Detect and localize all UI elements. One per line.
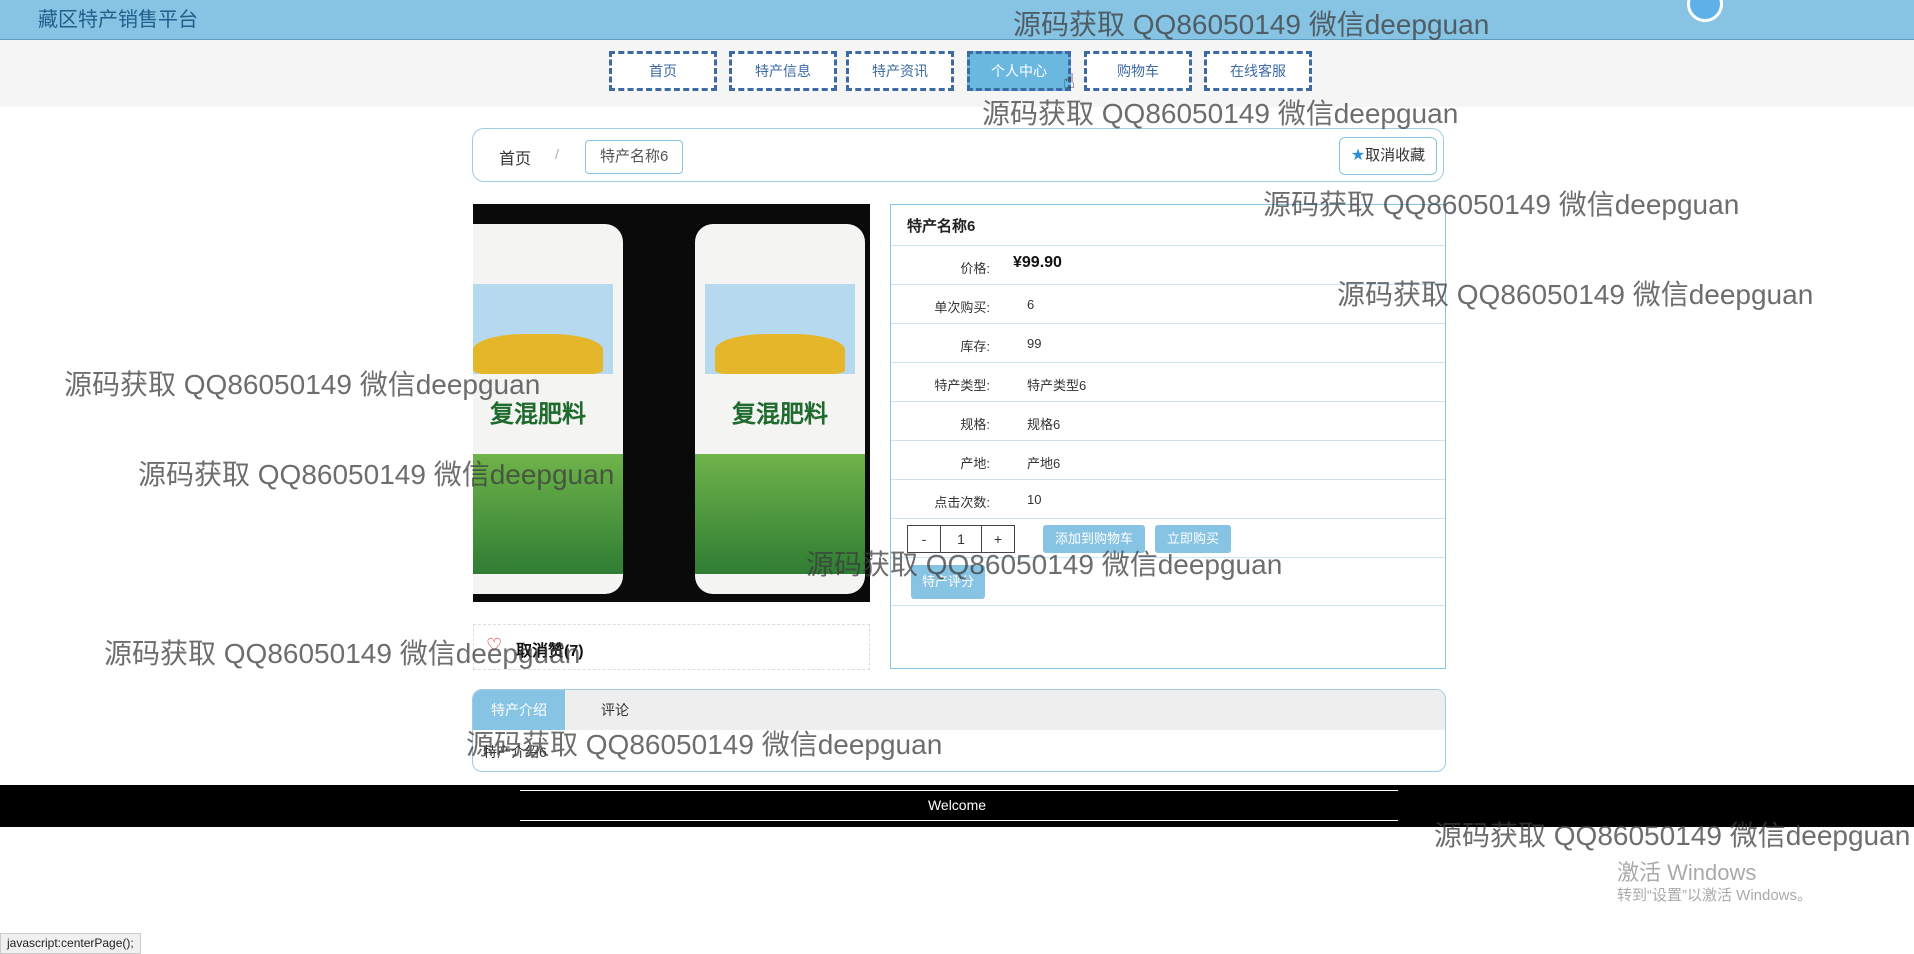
info-row: 单次购买: 6 xyxy=(891,284,1445,324)
info-value: 规格6 xyxy=(1027,417,1061,432)
windows-activation-subtitle: 转到“设置”以激活 Windows。 xyxy=(1617,887,1813,904)
fertilizer-bag-right: 复混肥料 xyxy=(695,224,865,594)
user-avatar-icon[interactable] xyxy=(1687,0,1723,22)
quantity-minus-button[interactable]: - xyxy=(907,525,941,553)
hand-cursor-icon: ☝ xyxy=(1063,71,1076,93)
product-review-button[interactable]: 特产评分 xyxy=(911,565,985,599)
info-label: 点击次数: xyxy=(934,495,990,510)
info-row: 特产类型: 特产类型6 xyxy=(891,362,1445,402)
watermark: 源码获取 QQ86050149 微信deepguan xyxy=(64,369,541,400)
bag-title-left: 复混肥料 xyxy=(490,401,586,428)
product-title: 特产名称6 xyxy=(907,218,976,235)
nav-personal-center[interactable]: 个人中心 xyxy=(967,51,1071,91)
main-nav: 首页 特产信息 特产资讯 个人中心 购物车 在线客服 xyxy=(0,40,1914,107)
tab-comments[interactable]: 评论 xyxy=(583,690,647,730)
browser-status-bar: javascript:centerPage(); xyxy=(0,933,141,954)
breadcrumb: 首页 / 特产名称6 ★取消收藏 xyxy=(472,128,1444,182)
info-row: 点击次数: 10 xyxy=(891,479,1445,519)
breadcrumb-separator: / xyxy=(555,146,559,162)
bag-title-right: 复混肥料 xyxy=(732,401,828,428)
nav-news[interactable]: 特产资讯 xyxy=(846,51,954,91)
info-row: 产地: 产地6 xyxy=(891,440,1445,480)
info-label: 规格: xyxy=(960,417,990,432)
nav-cart[interactable]: 购物车 xyxy=(1084,51,1192,91)
add-to-cart-button[interactable]: 添加到购物车 xyxy=(1043,525,1145,553)
footer: Welcome xyxy=(0,785,1914,827)
quantity-input[interactable]: 1 xyxy=(941,525,981,553)
info-row: 库存: 99 xyxy=(891,323,1445,363)
site-brand[interactable]: 藏区特产销售平台 xyxy=(38,3,198,32)
unlike-button[interactable]: 取消赞(7) xyxy=(516,637,584,661)
empty-row xyxy=(891,605,1445,645)
info-row: 规格: 规格6 xyxy=(891,401,1445,441)
nav-home[interactable]: 首页 xyxy=(609,51,717,91)
breadcrumb-current: 特产名称6 xyxy=(585,140,684,174)
footer-welcome: Welcome xyxy=(927,797,987,813)
windows-activation-title: 激活 Windows xyxy=(1617,860,1757,885)
star-icon: ★ xyxy=(1350,147,1366,164)
product-info-panel: 特产名称6 价格: ¥99.90 单次购买: 6 库存: 99 特产类型: 特产… xyxy=(890,204,1446,669)
quantity-plus-button[interactable]: + xyxy=(981,525,1015,553)
buy-now-button[interactable]: 立即购买 xyxy=(1155,525,1231,553)
product-tabs: 特产介绍 评论 特产介绍6 xyxy=(472,689,1446,772)
price-label: 价格: xyxy=(960,261,990,276)
tab-product-intro[interactable]: 特产介绍 xyxy=(473,690,565,730)
breadcrumb-home[interactable]: 首页 xyxy=(499,145,531,169)
like-area: ♡ 取消赞(7) xyxy=(473,624,870,670)
nav-customer-service[interactable]: 在线客服 xyxy=(1204,51,1312,91)
nav-products[interactable]: 特产信息 xyxy=(729,51,837,91)
heart-icon[interactable]: ♡ xyxy=(486,635,502,656)
info-label: 产地: xyxy=(960,456,990,471)
unfavorite-button[interactable]: ★取消收藏 xyxy=(1339,137,1437,175)
info-label: 特产类型: xyxy=(934,378,990,393)
info-value: 6 xyxy=(1027,297,1035,312)
tab-bar: 特产介绍 评论 xyxy=(473,690,1445,730)
quantity-stepper: - 1 + xyxy=(907,525,1015,553)
info-value: 10 xyxy=(1027,492,1042,507)
info-label: 库存: xyxy=(960,339,990,354)
footer-divider xyxy=(520,790,1398,791)
footer-divider xyxy=(520,820,1398,821)
unfavorite-label: 取消收藏 xyxy=(1365,147,1426,164)
price-row: 价格: ¥99.90 xyxy=(891,245,1445,285)
info-value: 99 xyxy=(1027,336,1042,351)
info-label: 单次购买: xyxy=(934,300,990,315)
fertilizer-bag-left: 复混肥料 xyxy=(473,224,623,594)
product-image: 复混肥料 复混肥料 xyxy=(473,204,870,602)
info-value: 产地6 xyxy=(1027,456,1061,471)
price-value: ¥99.90 xyxy=(1013,254,1062,271)
info-value: 特产类型6 xyxy=(1027,378,1087,393)
tab-content: 特产介绍6 xyxy=(483,744,547,760)
top-header: 藏区特产销售平台 xyxy=(0,0,1914,40)
